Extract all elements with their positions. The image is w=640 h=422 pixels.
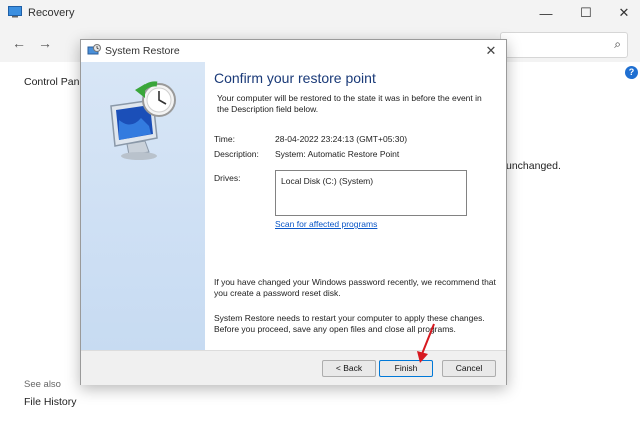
- drives-list[interactable]: Local Disk (C:) (System): [275, 170, 467, 216]
- dialog-footer: < Back Finish Cancel: [81, 350, 506, 385]
- background-window-title: Recovery: [28, 7, 75, 19]
- scan-affected-programs-link[interactable]: Scan for affected programs: [275, 219, 377, 229]
- dialog-close-button[interactable]: ✕: [482, 42, 500, 60]
- restart-note: System Restore needs to restart your com…: [214, 313, 485, 334]
- recovery-app-icon: [8, 6, 22, 18]
- time-value: 28-04-2022 23:24:13 (GMT+05:30): [275, 134, 408, 144]
- description-value: System: Automatic Restore Point: [275, 149, 400, 159]
- intro-text: Your computer will be restored to the st…: [217, 93, 482, 114]
- forward-arrow-icon[interactable]: →: [38, 35, 52, 51]
- search-input[interactable]: ⌕: [500, 32, 628, 58]
- annotation-arrow-icon: [417, 323, 435, 363]
- dialog-side-panel: [81, 62, 205, 350]
- control-panel-link[interactable]: Control Panel: [24, 76, 88, 88]
- system-restore-dialog: System Restore ✕ Confirm your restore po…: [80, 39, 507, 385]
- password-note: If you have changed your Windows passwor…: [214, 277, 496, 298]
- close-window-button[interactable]: ✕: [610, 2, 638, 24]
- help-icon[interactable]: ?: [625, 66, 638, 79]
- maximize-button[interactable]: ☐: [572, 2, 600, 24]
- back-arrow-icon[interactable]: ←: [12, 35, 26, 51]
- background-window-titlebar: Recovery — ☐ ✕: [0, 0, 640, 26]
- dialog-titlebar: System Restore ✕: [81, 40, 506, 62]
- see-also-heading: See also: [24, 379, 61, 390]
- cancel-button[interactable]: Cancel: [442, 360, 496, 377]
- dialog-title: System Restore: [105, 45, 180, 57]
- description-label: Description:: [214, 149, 259, 159]
- system-restore-icon: [87, 44, 101, 55]
- list-item: Local Disk (C:) (System): [281, 176, 374, 186]
- background-body-text: unchanged.: [506, 160, 561, 172]
- search-icon[interactable]: ⌕: [614, 37, 621, 52]
- file-history-link[interactable]: File History: [24, 396, 77, 408]
- back-button[interactable]: < Back: [322, 360, 376, 377]
- page-title: Confirm your restore point: [214, 70, 376, 86]
- minimize-button[interactable]: —: [532, 2, 560, 24]
- drives-label: Drives:: [214, 173, 241, 183]
- dialog-content: Confirm your restore point Your computer…: [205, 62, 505, 350]
- time-label: Time:: [214, 134, 235, 144]
- restore-computer-clock-icon: [110, 81, 176, 160]
